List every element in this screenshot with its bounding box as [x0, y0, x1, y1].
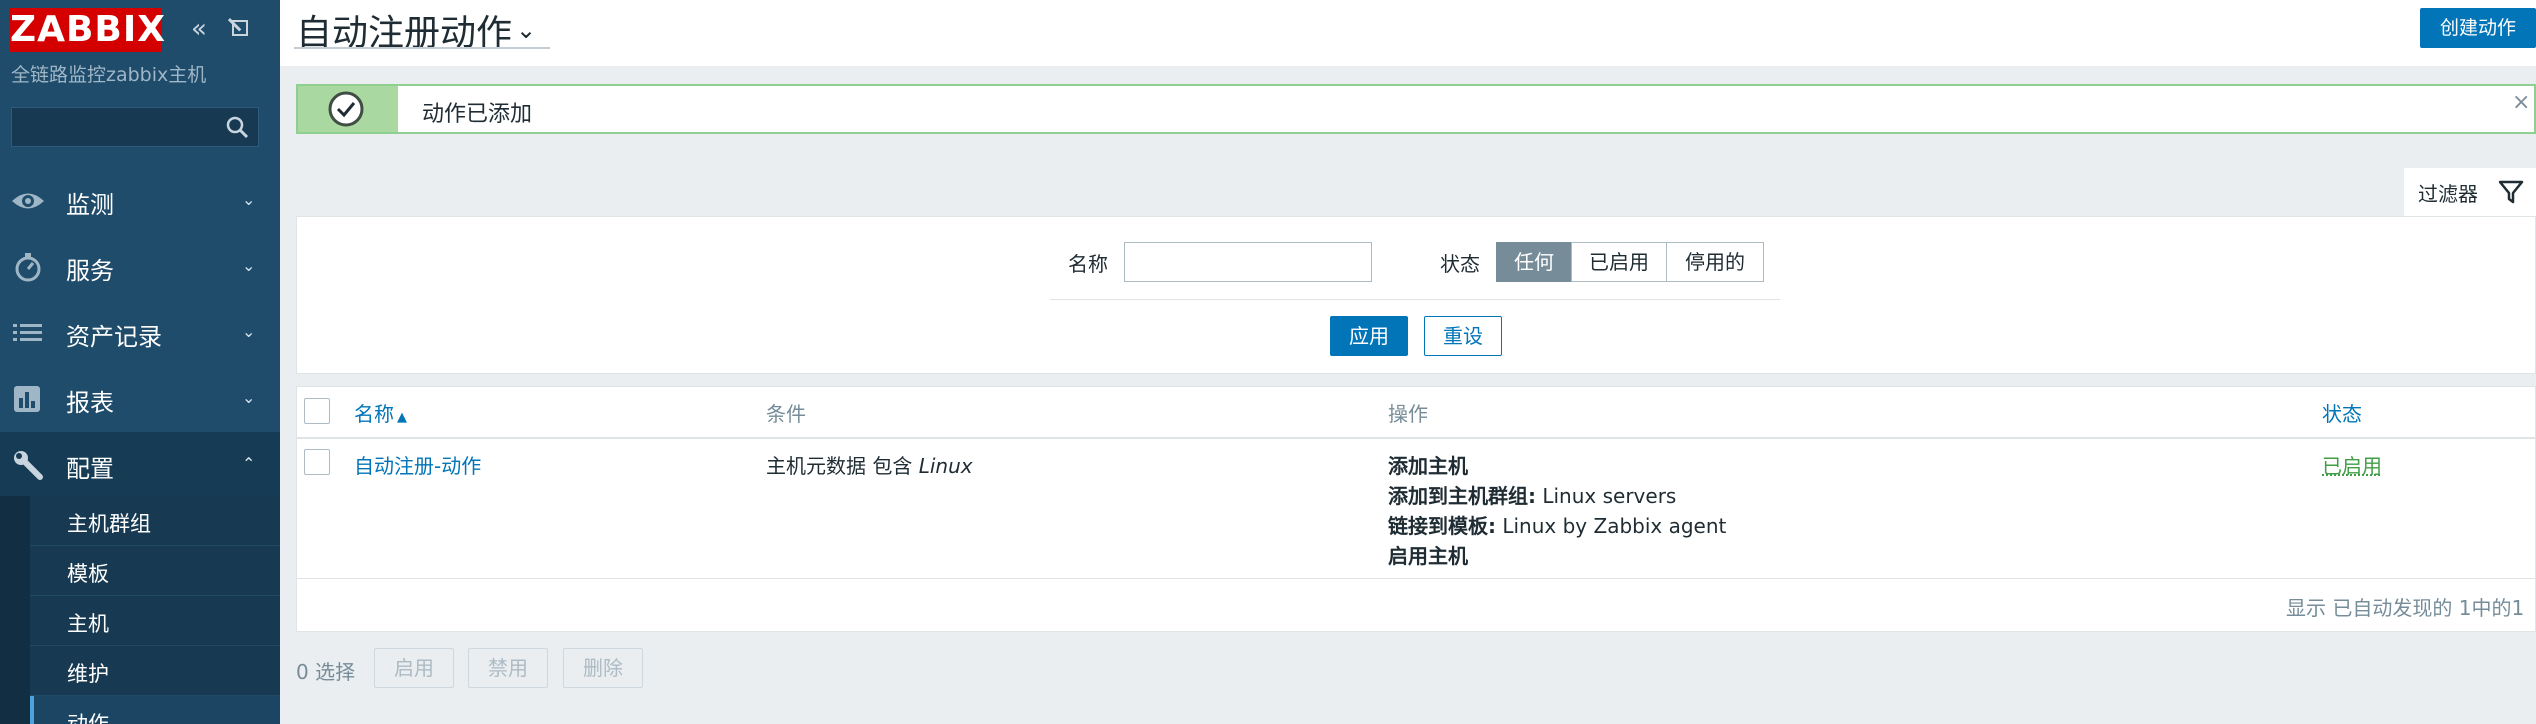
submenu-item-hosts[interactable]: 主机 — [30, 596, 280, 646]
column-header-conditions: 条件 — [766, 402, 806, 426]
submenu-item-templates[interactable]: 模板 — [30, 546, 280, 596]
menu-item-inventory[interactable]: 资产记录 ⌄ — [0, 300, 280, 366]
create-action-button[interactable]: 创建动作 — [2420, 8, 2536, 48]
wrench-icon — [14, 451, 43, 480]
menu-label: 资产记录 — [66, 323, 162, 351]
eye-icon — [12, 193, 44, 209]
filter-tab-label: 过滤器 — [2418, 182, 2478, 206]
menu-label: 监测 — [66, 191, 114, 219]
mass-disable-button[interactable]: 禁用 — [468, 648, 548, 688]
submenu-item-actions[interactable]: 动作 — [30, 696, 280, 724]
menu-item-reports[interactable]: 报表 ⌄ — [0, 366, 280, 432]
filter-divider — [1050, 299, 1780, 300]
menu-item-services[interactable]: 服务 ⌄ — [0, 234, 280, 300]
status-toggle-link[interactable]: 已启用 — [2322, 450, 2382, 479]
menu-label: 报表 — [66, 389, 114, 417]
reset-button[interactable]: 重设 — [1424, 316, 1502, 356]
filter-icon — [2498, 180, 2524, 204]
table-header-divider — [296, 437, 2536, 439]
chevron-down-icon[interactable]: ⌄ — [516, 16, 536, 44]
operation-line: 添加主机 — [1388, 454, 1468, 478]
submenu-item-maintenance[interactable]: 维护 — [30, 646, 280, 696]
list-icon — [13, 324, 42, 341]
submenu-item-host-groups[interactable]: 主机群组 — [30, 496, 280, 546]
submenu-label: 主机群组 — [67, 512, 151, 536]
sort-asc-icon: ▲ — [397, 410, 407, 425]
submenu-label: 动作 — [67, 712, 109, 724]
collapse-sidebar-icon[interactable]: « — [184, 14, 214, 44]
page-header: 自动注册动作 ⌄ 创建动作 — [280, 0, 2536, 66]
chevron-down-icon: ⌄ — [242, 388, 256, 407]
filter-status-label: 状态 — [1440, 252, 1480, 276]
table-row-divider — [296, 578, 2536, 579]
row-checkbox[interactable] — [304, 449, 330, 475]
sidebar: ZABBIX « 全链路监控zabbix主机 监测 ⌄ 服务 ⌄ 资产记录 ⌄ … — [0, 0, 280, 724]
operation-line: 启用主机 — [1388, 544, 1468, 568]
pagination-summary: 显示 已自动发现的 1中的1 — [2286, 596, 2525, 620]
status-option-disabled[interactable]: 停用的 — [1666, 242, 1764, 282]
server-name: 全链路监控zabbix主机 — [11, 64, 207, 86]
condition-value: Linux — [918, 454, 973, 478]
menu-label: 服务 — [66, 257, 114, 285]
mass-delete-button[interactable]: 删除 — [563, 648, 643, 688]
status-option-enabled[interactable]: 已启用 — [1571, 242, 1667, 282]
chevron-up-icon: ⌃ — [242, 454, 256, 473]
selected-count: 0 选择 — [296, 660, 356, 684]
menu-item-monitoring[interactable]: 监测 ⌄ — [0, 168, 280, 234]
submenu-label: 模板 — [67, 562, 109, 586]
filter-tab[interactable]: 过滤器 — [2404, 168, 2536, 216]
menu-label: 配置 — [66, 455, 114, 483]
message-strip — [298, 86, 398, 132]
column-header-operations: 操作 — [1388, 402, 1428, 426]
submenu-rail — [0, 496, 30, 724]
submenu-label: 维护 — [67, 662, 109, 686]
zabbix-logo[interactable]: ZABBIX — [10, 8, 165, 52]
chevron-down-icon: ⌄ — [242, 256, 256, 275]
check-circle-icon — [328, 91, 364, 127]
select-all-checkbox[interactable] — [304, 398, 330, 424]
column-header-name[interactable]: 名称 ▲ — [354, 398, 407, 427]
apply-button[interactable]: 应用 — [1330, 316, 1408, 356]
operation-line: 链接到模板: Linux by Zabbix agent — [1388, 514, 1727, 538]
action-condition: 主机元数据 包含 Linux — [766, 454, 973, 478]
column-header-status[interactable]: 状态 — [2322, 398, 2362, 427]
mass-enable-button[interactable]: 启用 — [374, 648, 454, 688]
kiosk-mode-icon[interactable] — [226, 14, 256, 44]
filter-panel — [296, 216, 2536, 374]
status-option-any[interactable]: 任何 — [1496, 242, 1572, 282]
sidebar-search-input[interactable] — [11, 107, 259, 147]
filter-name-label: 名称 — [1068, 252, 1108, 276]
submenu-label: 主机 — [67, 612, 109, 636]
filter-name-input[interactable] — [1124, 242, 1372, 282]
operation-line: 添加到主机群组: Linux servers — [1388, 484, 1677, 508]
menu-item-configuration[interactable]: 配置 ⌃ — [0, 432, 280, 498]
chevron-down-icon: ⌄ — [242, 322, 256, 341]
chevron-down-icon: ⌄ — [242, 190, 256, 209]
stopwatch-icon — [15, 253, 41, 282]
bar-chart-icon — [14, 386, 40, 412]
message-text: 动作已添加 — [422, 102, 533, 127]
action-name-link[interactable]: 自动注册-动作 — [354, 450, 481, 479]
search-icon[interactable] — [224, 114, 250, 140]
close-icon[interactable]: × — [2512, 90, 2530, 115]
title-underline — [294, 47, 550, 49]
success-message: 动作已添加 × — [296, 84, 2536, 134]
